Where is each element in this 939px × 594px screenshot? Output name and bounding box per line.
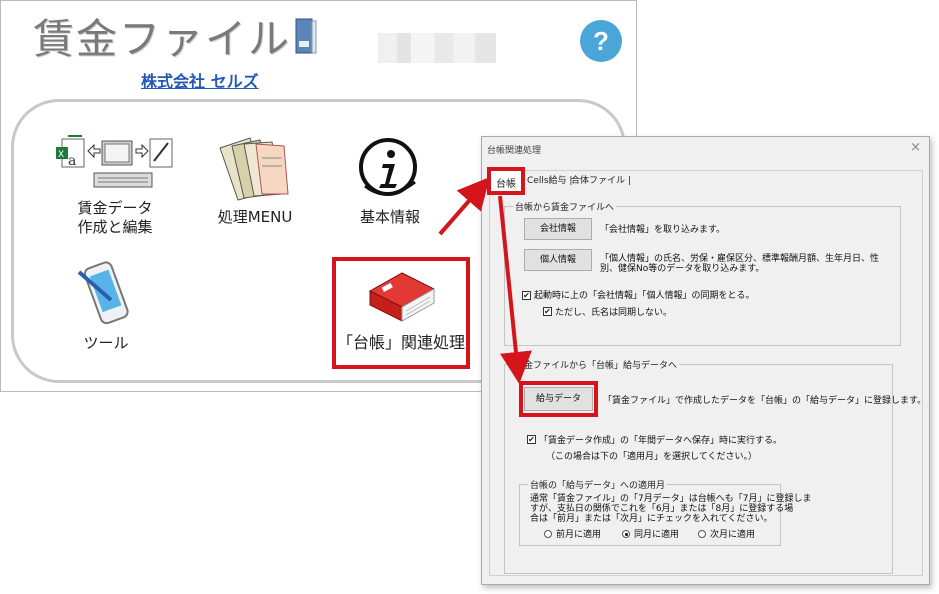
auto-run-note: （この場合は下の「適用月」を選択してください。） [546, 452, 757, 462]
book-icon [295, 18, 317, 54]
radio-previous-month[interactable] [544, 530, 552, 538]
info-icon [359, 138, 417, 196]
wage-data-label-line1: 賃金データ [77, 199, 153, 217]
apply-month-desc-line3: 合は「前月」または「次月」にチェックを入れてください。 [530, 514, 773, 524]
skip-name-label: ただし、氏名は同期しない。 [555, 308, 673, 318]
sync-label: 起動時に上の「会社情報」「個人情報」の同期をとる。 [534, 291, 755, 301]
basic-info-label: 基本情報 [359, 208, 420, 226]
documents-stack-icon [219, 137, 289, 201]
radio-next-month[interactable] [698, 530, 706, 538]
skip-name-checkbox[interactable]: ✔ [543, 307, 552, 316]
radio-same-month[interactable] [622, 530, 630, 538]
ledger-processing-menu-item[interactable]: 「台帳」関連処理 [332, 257, 470, 369]
wage-data-menu-item[interactable]: X a 賃金データ 作成と編集 [50, 133, 180, 237]
radio-next-month-label: 次月に適用 [710, 530, 756, 540]
tool-menu-item[interactable]: ツール [56, 260, 156, 353]
tool-label: ツール [83, 334, 129, 352]
group1-title: 台帳から賃金ファイルへ [513, 200, 617, 213]
group2-title: 賃金ファイルから「台帳」給与データへ [513, 358, 680, 371]
sync-checkbox[interactable]: ✔ [522, 291, 531, 300]
apply-month-desc-line2: すが、支払日の関係でこれを「6月」または「8月」に登録する場 [530, 504, 794, 514]
processing-menu-label: 処理MENU [217, 208, 293, 226]
wage-data-label-line2: 作成と編集 [77, 218, 153, 236]
processing-menu-item[interactable]: 処理MENU [200, 134, 310, 227]
dialog-title: 台帳関連処理 [487, 146, 542, 156]
tab-combined-file[interactable]: 合体ファイル | [571, 173, 631, 186]
personal-info-button[interactable]: 個人情報 [524, 249, 592, 271]
svg-text:X: X [58, 150, 64, 160]
svg-text:a: a [68, 153, 76, 169]
personal-info-desc-line1: 「個人情報」の氏名、労保・雇保区分、標準報酬月額、生年月日、性 [600, 254, 880, 264]
auto-run-label: 「賃金データ作成」の「年間データへ保存」時に実行する。 [539, 436, 783, 446]
auto-run-checkbox[interactable]: ✔ [527, 435, 536, 444]
company-info-desc: 「会社情報」を取り込みます。 [600, 225, 726, 235]
basic-info-menu-item[interactable]: 基本情報 [340, 134, 440, 227]
computer-files-icon: X a [56, 135, 173, 188]
red-binder-icon [368, 272, 436, 322]
close-icon[interactable]: × [910, 140, 921, 155]
salary-data-desc: 「賃金ファイル」で作成したデータを「台帳」の「給与データ」に登録します。 [603, 396, 927, 406]
radio-same-month-label: 同月に適用 [634, 530, 680, 540]
salary-data-button[interactable]: 給与データ [524, 387, 593, 411]
help-icon[interactable]: ? [580, 20, 622, 62]
company-name-link[interactable]: 株式会社 セルズ [141, 68, 259, 92]
smartphone-icon [77, 261, 129, 325]
blurred-user-info [378, 33, 496, 63]
tab-ledger[interactable]: 台帳 [487, 167, 525, 195]
tab-cells-salary[interactable]: Cells給与 | [527, 173, 572, 186]
radio-previous-month-label: 前月に適用 [556, 530, 602, 540]
personal-info-desc-line2: 別、健保No等のデータを取り込みます。 [600, 264, 765, 274]
apply-month-desc-line1: 通常「賃金ファイル」の「7月データ」は台帳へも「7月」に登録しま [530, 494, 812, 504]
company-info-button[interactable]: 会社情報 [524, 218, 592, 240]
ledger-processing-label: 「台帳」関連処理 [336, 333, 465, 352]
group3-title: 台帳の「給与データ」への適用月 [528, 478, 668, 491]
app-title: 賃金ファイル [33, 15, 291, 63]
